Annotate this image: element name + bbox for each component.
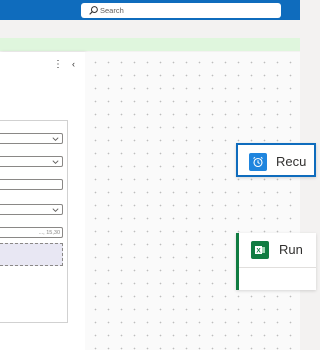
excel-icon: X [251,241,269,259]
text-input[interactable] [0,179,63,190]
search-icon [89,6,98,15]
recurrence-trigger-card[interactable]: Recu [236,143,316,177]
alarm-clock-icon [249,153,267,171]
at-these-minutes-input[interactable]: ..., 15,30 [0,227,63,238]
chevron-down-icon [52,208,59,212]
panel-toolbar: ⋮ ‹ [53,59,75,69]
minutes-placeholder: ..., 15,30 [38,230,60,236]
search-placeholder: Search [100,6,124,15]
on-these-days-dropdown[interactable] [0,204,63,215]
frequency-dropdown[interactable] [0,156,63,167]
collapse-panel-icon[interactable]: ‹ [72,59,75,69]
top-bar: Search [0,0,300,20]
search-box[interactable]: Search [81,3,281,18]
add-parameter-dropzone[interactable] [0,243,63,266]
card-divider [239,267,316,268]
card-title: Recu [276,154,307,169]
more-options-icon[interactable]: ⋮ [53,59,63,69]
chevron-down-icon [52,160,59,164]
card-title: Run [279,242,303,257]
run-excel-action-card[interactable]: X Run [236,233,316,290]
chevron-down-icon [52,137,59,141]
svg-text:X: X [256,248,261,255]
parameters-section: ..., 15,30 [0,120,68,323]
flow-canvas[interactable] [85,52,300,350]
notification-banner [0,38,300,51]
properties-panel: ⋮ ‹ ..., 15,30 [0,52,85,350]
interval-dropdown[interactable] [0,133,63,144]
